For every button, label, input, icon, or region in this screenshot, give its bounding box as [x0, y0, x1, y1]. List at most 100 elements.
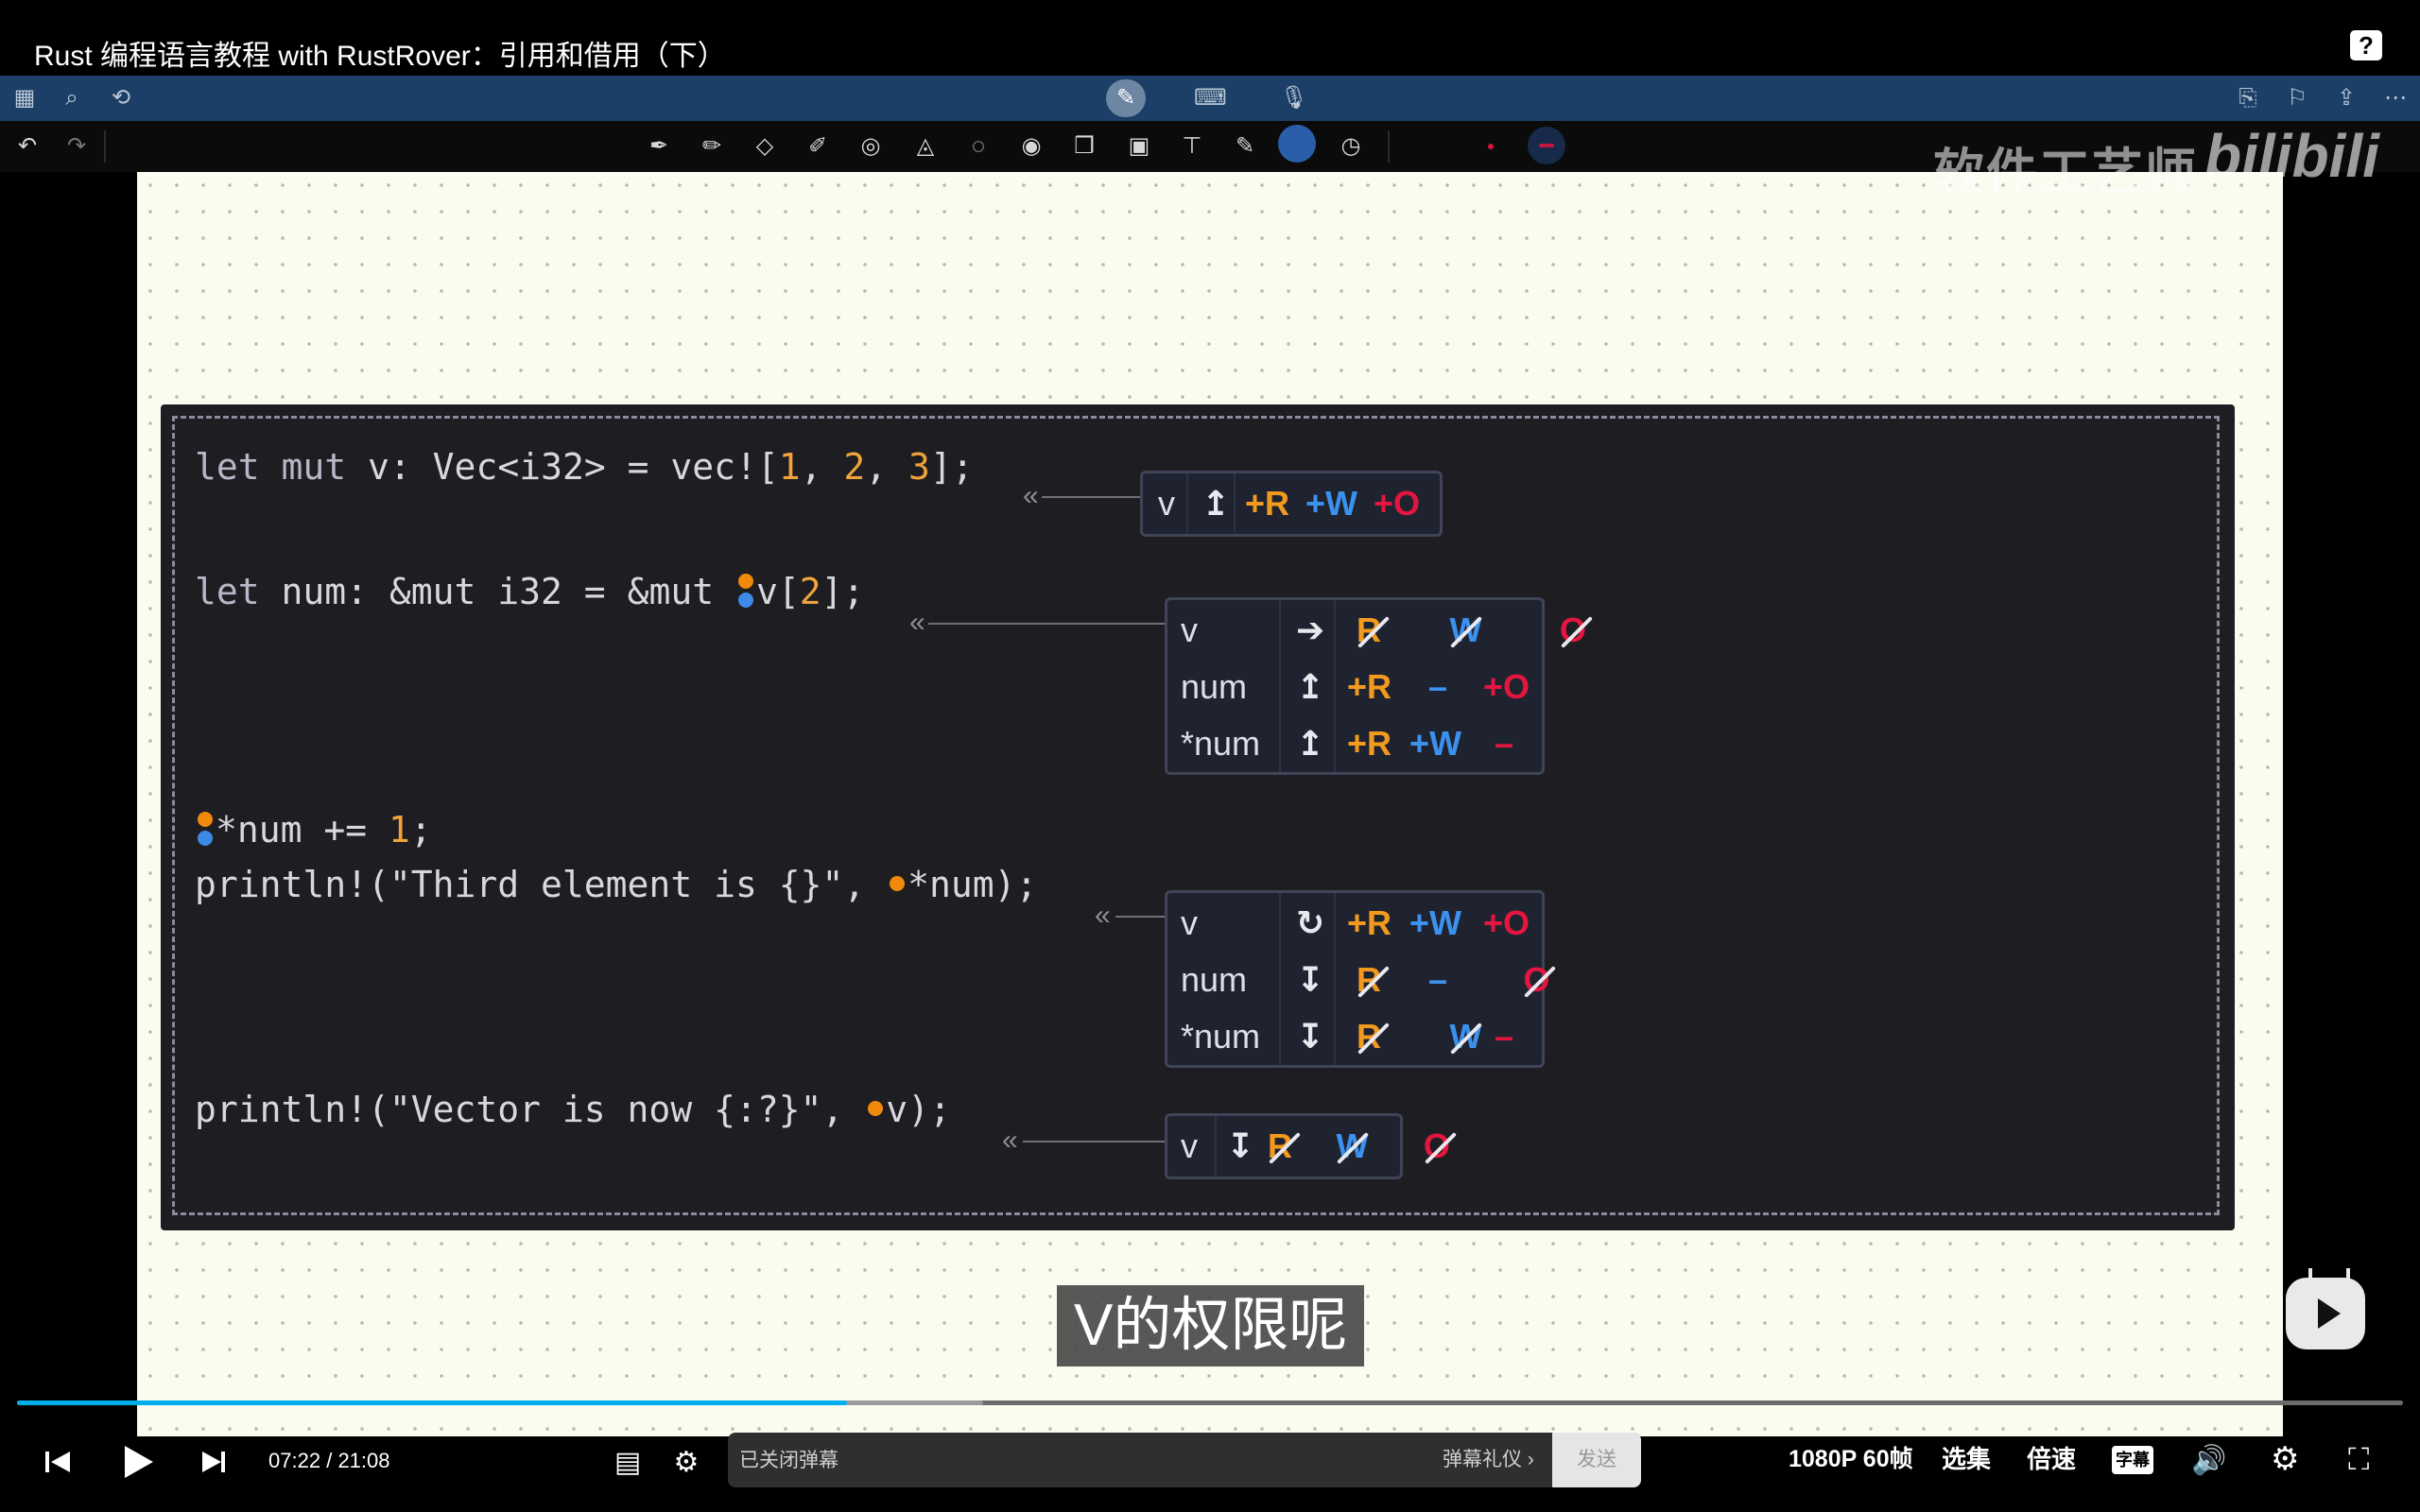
notes-app-bar: ▦ ⌕ ⟲ ⌨ 🎙 ⎘ ⚐ ⇪ ⋯	[0, 76, 2420, 121]
sticker-icon[interactable]: ❒	[1068, 130, 1100, 163]
zoom-icon[interactable]: ◎	[855, 130, 887, 163]
permission-row: v ↧ R W O	[1167, 1118, 1450, 1175]
borrow-marker	[195, 808, 216, 850]
borrow-marker	[735, 570, 756, 611]
settings-gear-icon[interactable]: ⚙	[2271, 1435, 2299, 1484]
danmaku-toggle-icon[interactable]: ▤	[609, 1438, 647, 1482]
permission-row: *num ↥ +R +W –	[1167, 715, 1542, 772]
send-button[interactable]: 发送	[1552, 1433, 1641, 1487]
play-icon[interactable]	[113, 1436, 161, 1487]
shapes-icon[interactable]: ◬	[909, 130, 942, 163]
eraser-icon[interactable]: ◇	[749, 130, 781, 163]
read-perm: +R	[1347, 903, 1392, 942]
danmaku-settings-icon[interactable]: ⚙	[667, 1438, 705, 1482]
watermark-text: 软件工艺师	[1933, 145, 2198, 201]
mini-player-icon[interactable]	[2286, 1278, 2365, 1349]
divider	[1279, 893, 1281, 1065]
help-icon[interactable]: ?	[2350, 30, 2382, 60]
toolbar-divider	[104, 130, 106, 163]
arrow-head-icon: «	[1002, 1125, 1018, 1156]
grid-icon[interactable]: ▦	[9, 83, 40, 113]
progress-bar[interactable]	[17, 1400, 2403, 1405]
permission-table-3: v ↻ +R +W +O num ↧ R – O *num ↧ R W –	[1165, 890, 1549, 1068]
quality-button[interactable]: 1080P 60帧	[1789, 1435, 1913, 1484]
code-line-4: println!("Third element is {}", *num);	[195, 862, 1037, 907]
textbox-icon[interactable]: ⊤	[1176, 130, 1208, 163]
divider	[1186, 473, 1188, 534]
active-tool-icon[interactable]	[1278, 125, 1316, 163]
mic-icon[interactable]: 🎙	[1279, 83, 1309, 113]
code-text: ];	[929, 446, 974, 488]
own-perm: +O	[1483, 903, 1530, 942]
pen-mode-icon[interactable]: ✎	[1106, 79, 1146, 117]
new-page-icon[interactable]: ⎘	[2233, 83, 2263, 113]
episodes-button[interactable]: 选集	[1942, 1435, 1991, 1484]
danmaku-input[interactable]	[737, 1433, 1308, 1489]
code-line-1: let mut v: Vec<i32> = vec![1, 2, 3];	[195, 446, 974, 488]
state-icon: ➔	[1296, 610, 1325, 649]
connector-line	[1042, 496, 1140, 498]
permission-table-4: v ↧ R W O	[1165, 1113, 1450, 1179]
search-icon[interactable]: ⌕	[57, 83, 87, 113]
arrow-head-icon: «	[1023, 480, 1039, 511]
divider	[1215, 1116, 1217, 1177]
var-name: v	[1158, 484, 1175, 523]
previous-icon[interactable]	[38, 1438, 79, 1486]
rotate-icon[interactable]: ⟲	[106, 83, 136, 113]
pencil-icon[interactable]: ✏	[696, 130, 728, 163]
permission-row: *num ↧ R W –	[1167, 1008, 1542, 1065]
permission-row: v ➔ R W O	[1167, 602, 1586, 659]
image-icon[interactable]: ▣	[1123, 130, 1155, 163]
own-perm: +O	[1374, 484, 1421, 523]
video-subtitle: V的权限呢	[1057, 1285, 1365, 1366]
write-perm: +W	[1409, 903, 1462, 942]
laser-icon[interactable]: ◉	[1015, 130, 1047, 163]
code-text: println!("Third element is {}",	[195, 864, 888, 905]
timer-icon[interactable]: ◷	[1335, 130, 1367, 163]
connector-line	[1115, 916, 1165, 918]
color-swatch-red[interactable]	[1488, 144, 1494, 149]
redo-icon[interactable]: ↷	[60, 130, 93, 163]
read-perm-revoked: R	[1357, 952, 1381, 1008]
more-icon[interactable]: ⋯	[2380, 83, 2411, 113]
share-icon[interactable]: ⇪	[2331, 83, 2361, 113]
subtitle-button[interactable]: 字幕	[2112, 1446, 2153, 1474]
own-perm-none: –	[1495, 724, 1514, 763]
volume-icon[interactable]: 🔊	[2191, 1436, 2226, 1486]
danmaku-etiquette-link[interactable]: 弹幕礼仪 ›	[1443, 1433, 1534, 1487]
read-perm: +R	[1245, 484, 1290, 523]
divider	[1334, 893, 1336, 1065]
fullscreen-icon[interactable]: ⛶	[2348, 1435, 2369, 1484]
speed-button[interactable]: 倍速	[2027, 1435, 2076, 1484]
number-literal: 3	[908, 446, 930, 488]
state-icon: ↧	[1296, 960, 1325, 999]
permission-table-1: v ↥ +R +W +O	[1140, 471, 1443, 537]
read-perm-revoked: R	[1357, 602, 1381, 659]
write-perm-none: –	[1428, 960, 1448, 999]
number-literal: 2	[799, 571, 821, 612]
highlighter-icon[interactable]: ✐	[802, 130, 834, 163]
bookmark-icon[interactable]: ⚐	[2282, 83, 2312, 113]
bilibili-logo: bilibili	[2204, 122, 2379, 190]
keyword: mut	[281, 446, 347, 488]
code-text: *num);	[908, 864, 1038, 905]
lasso-icon[interactable]: ◌	[962, 130, 994, 163]
code-text: v: Vec<i32> = vec![	[346, 446, 779, 488]
read-perm-revoked: R	[1268, 1118, 1292, 1175]
code-text: v);	[886, 1089, 951, 1130]
permission-row: num ↥ +R – +O	[1167, 659, 1542, 715]
own-perm-revoked: O	[1560, 602, 1586, 659]
ruler-icon[interactable]: ✎	[1229, 130, 1261, 163]
next-icon[interactable]	[195, 1438, 236, 1486]
keyboard-icon[interactable]: ⌨	[1194, 83, 1227, 113]
connector-line	[928, 623, 1168, 625]
connector-line	[1023, 1141, 1167, 1143]
number-literal: 2	[843, 446, 866, 488]
state-icon: ↥	[1296, 724, 1325, 763]
permission-row: num ↧ R – O	[1167, 952, 1549, 1008]
pen-icon[interactable]: ✒	[643, 130, 675, 163]
undo-icon[interactable]: ↶	[11, 130, 43, 163]
color-swatch-navy[interactable]	[1528, 127, 1565, 164]
write-perm-revoked: W	[1449, 602, 1481, 659]
write-perm-none: –	[1428, 667, 1448, 706]
